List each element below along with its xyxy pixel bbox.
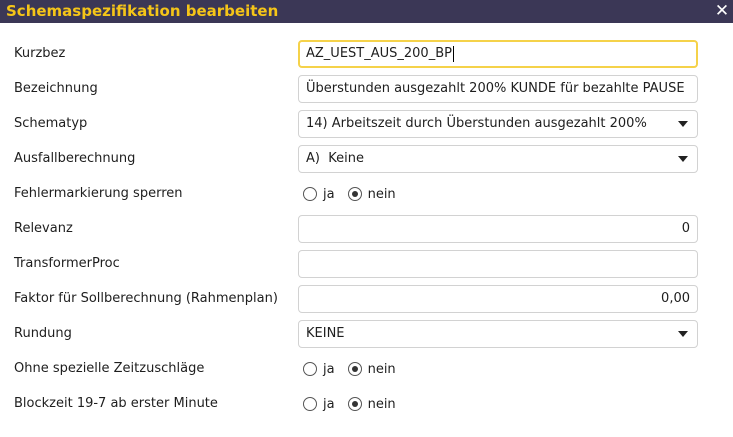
relevanz-label: Relevanz [14,221,73,236]
radio-checked-icon [347,362,362,376]
row-relevanz: Relevanz 0 [0,214,733,244]
chevron-down-icon [678,331,688,337]
dialog-titlebar: Schemaspezifikation bearbeiten ✕ [0,0,733,23]
relevanz-value: 0 [681,221,690,236]
relevanz-input[interactable]: 0 [298,215,698,243]
radio-label-ja: ja [323,396,335,412]
radio-label-ja: ja [323,186,335,202]
row-kurzbez: Kurzbez AZ_UEST_AUS_200_BP [0,39,733,69]
radio-label-nein: nein [367,396,396,412]
chevron-down-icon [678,156,688,162]
ausfallberechnung-value: A) Keine [306,151,364,166]
row-faktor: Faktor für Sollberechnung (Rahmenplan) 0… [0,284,733,314]
row-zeitzuschlaege: Ohne spezielle Zeitzuschläge ja nein [0,354,733,384]
radio-unchecked-icon [303,397,317,411]
zeitzuschlaege-radio-nein[interactable]: nein [347,361,396,377]
rundung-label: Rundung [14,326,72,341]
radio-checked-icon [347,187,362,201]
blockzeit-radio-ja[interactable]: ja [303,397,335,412]
schematyp-select[interactable]: 14) Arbeitszeit durch Überstunden ausgez… [298,110,698,138]
kurzbez-input[interactable]: AZ_UEST_AUS_200_BP [298,40,698,68]
row-schematyp: Schematyp 14) Arbeitszeit durch Überstun… [0,109,733,139]
fehlermarkierung-radio-group: ja nein [303,179,409,209]
radio-unchecked-icon [303,362,317,376]
rundung-select[interactable]: KEINE [298,320,698,348]
row-blockzeit: Blockzeit 19-7 ab erster Minute ja nein [0,389,733,419]
bezeichnung-input[interactable]: Überstunden ausgezahlt 200% KUNDE für be… [298,75,698,103]
blockzeit-radio-nein[interactable]: nein [347,396,396,412]
kurzbez-label: Kurzbez [14,46,66,61]
rundung-value: KEINE [306,326,345,341]
ausfallberechnung-label: Ausfallberechnung [14,151,136,166]
row-transformerproc: TransformerProc [0,249,733,279]
bezeichnung-value: Überstunden ausgezahlt 200% KUNDE für be… [306,81,685,96]
row-ausfallberechnung: Ausfallberechnung A) Keine [0,144,733,174]
schematyp-value: 14) Arbeitszeit durch Überstunden ausgez… [306,116,647,131]
fehlermarkierung-label: Fehlermarkierung sperren [14,186,183,201]
blockzeit-radio-group: ja nein [303,389,409,419]
blockzeit-label: Blockzeit 19-7 ab erster Minute [14,396,218,411]
chevron-down-icon [678,121,688,127]
fehlermarkierung-radio-ja[interactable]: ja [303,187,335,202]
zeitzuschlaege-label: Ohne spezielle Zeitzuschläge [14,361,205,376]
zeitzuschlaege-radio-group: ja nein [303,354,409,384]
bezeichnung-label: Bezeichnung [14,81,98,96]
ausfallberechnung-select[interactable]: A) Keine [298,145,698,173]
kurzbez-value: AZ_UEST_AUS_200_BP [306,46,452,61]
radio-label-nein: nein [367,186,396,202]
faktor-label: Faktor für Sollberechnung (Rahmenplan) [14,291,278,306]
radio-label-nein: nein [367,361,396,377]
close-icon[interactable]: ✕ [711,0,733,22]
row-rundung: Rundung KEINE [0,319,733,349]
transformerproc-input[interactable] [298,250,698,278]
row-bezeichnung: Bezeichnung Überstunden ausgezahlt 200% … [0,74,733,104]
radio-unchecked-icon [303,187,317,201]
transformerproc-label: TransformerProc [14,256,120,271]
radio-checked-icon [347,397,362,411]
row-fehlermarkierung: Fehlermarkierung sperren ja nein [0,179,733,209]
radio-label-ja: ja [323,361,335,377]
schematyp-label: Schematyp [14,116,88,131]
faktor-input[interactable]: 0,00 [298,285,698,313]
zeitzuschlaege-radio-ja[interactable]: ja [303,362,335,377]
fehlermarkierung-radio-nein[interactable]: nein [347,186,396,202]
text-caret [452,45,454,62]
dialog-title: Schemaspezifikation bearbeiten [6,2,279,20]
faktor-value: 0,00 [661,291,690,306]
